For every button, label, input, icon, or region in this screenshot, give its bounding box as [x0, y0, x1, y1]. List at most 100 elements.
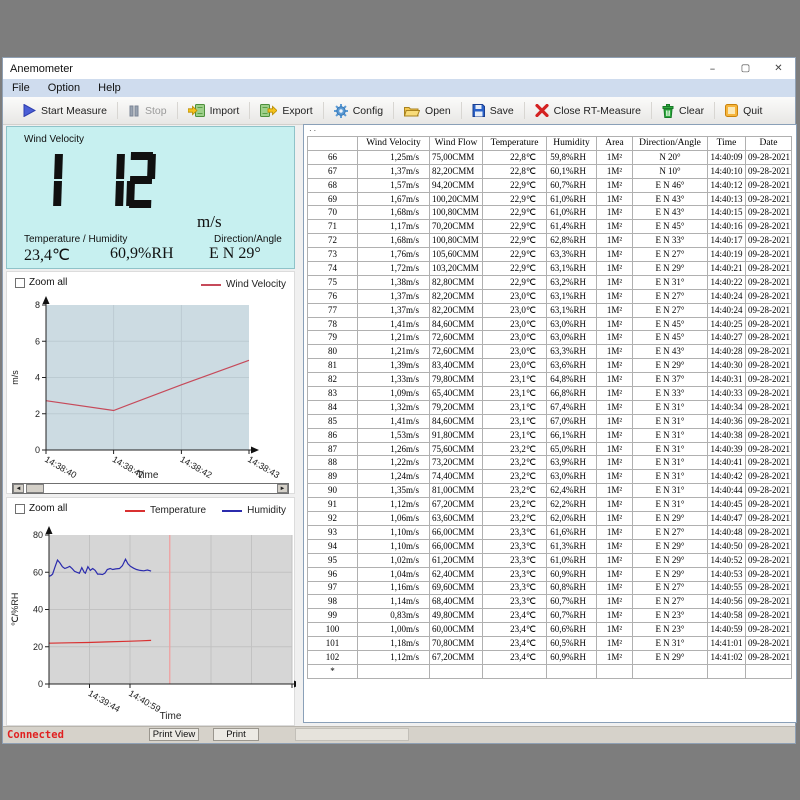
cell[interactable]: 22,9℃: [483, 275, 547, 289]
cell[interactable]: 1,76m/s: [358, 248, 430, 262]
cell[interactable]: 09-28-2021: [746, 470, 792, 484]
cell[interactable]: 14:40:45: [708, 498, 746, 512]
cell[interactable]: E N 31°: [633, 414, 708, 428]
menu-item-option[interactable]: Option: [39, 79, 89, 97]
cell[interactable]: 103,20CMM: [430, 262, 483, 276]
cell[interactable]: E N 31°: [633, 456, 708, 470]
cell[interactable]: 66,8%RH: [547, 387, 597, 401]
cell[interactable]: 82,20CMM: [430, 289, 483, 303]
cell[interactable]: 09-28-2021: [746, 192, 792, 206]
cell[interactable]: E N 27°: [633, 581, 708, 595]
cell[interactable]: 1M²: [597, 248, 633, 262]
cell[interactable]: 61,0%RH: [547, 553, 597, 567]
cell[interactable]: [547, 664, 597, 678]
cell[interactable]: 70: [308, 206, 358, 220]
cell[interactable]: E N 31°: [633, 637, 708, 651]
cell[interactable]: 102: [308, 650, 358, 664]
cell[interactable]: 09-28-2021: [746, 303, 792, 317]
cell[interactable]: 23,0℃: [483, 345, 547, 359]
chart-scrollbar[interactable]: ◄ ►: [12, 483, 289, 494]
cell[interactable]: 63,9%RH: [547, 456, 597, 470]
cell[interactable]: 78: [308, 317, 358, 331]
cell[interactable]: 60,7%RH: [547, 595, 597, 609]
cell[interactable]: E N 27°: [633, 248, 708, 262]
cell[interactable]: 23,3℃: [483, 567, 547, 581]
cell[interactable]: 1,16m/s: [358, 581, 430, 595]
cell[interactable]: 09-28-2021: [746, 484, 792, 498]
cell[interactable]: 1,21m/s: [358, 331, 430, 345]
cell[interactable]: 14:40:13: [708, 192, 746, 206]
cell[interactable]: 23,1℃: [483, 428, 547, 442]
cell[interactable]: 63,0%RH: [547, 470, 597, 484]
cell[interactable]: 66: [308, 150, 358, 164]
cell[interactable]: E N 31°: [633, 275, 708, 289]
cell[interactable]: 1M²: [597, 623, 633, 637]
cell[interactable]: 72,60CMM: [430, 331, 483, 345]
cell[interactable]: 14:40:30: [708, 359, 746, 373]
cell[interactable]: 60,5%RH: [547, 637, 597, 651]
cell[interactable]: 1,68m/s: [358, 234, 430, 248]
cell[interactable]: 1M²: [597, 262, 633, 276]
cell[interactable]: 66,00CMM: [430, 525, 483, 539]
cell[interactable]: 60,8%RH: [547, 581, 597, 595]
cell[interactable]: 22,9℃: [483, 178, 547, 192]
menu-item-file[interactable]: File: [3, 79, 39, 97]
cell[interactable]: N 10°: [633, 164, 708, 178]
cell[interactable]: 1,35m/s: [358, 484, 430, 498]
cell[interactable]: 76: [308, 289, 358, 303]
cell[interactable]: 100,20CMM: [430, 192, 483, 206]
cell[interactable]: 65,40CMM: [430, 387, 483, 401]
cell[interactable]: 75,00CMM: [430, 150, 483, 164]
cell[interactable]: 22,9℃: [483, 192, 547, 206]
cell[interactable]: 09-28-2021: [746, 567, 792, 581]
cell[interactable]: 23,4℃: [483, 650, 547, 664]
cell[interactable]: 14:40:44: [708, 484, 746, 498]
cell[interactable]: E N 45°: [633, 331, 708, 345]
cell[interactable]: 1,39m/s: [358, 359, 430, 373]
cell[interactable]: 09-28-2021: [746, 289, 792, 303]
cell[interactable]: 1,26m/s: [358, 442, 430, 456]
cell[interactable]: 90: [308, 484, 358, 498]
cell[interactable]: 67,20CMM: [430, 498, 483, 512]
cell[interactable]: 09-28-2021: [746, 345, 792, 359]
cell[interactable]: 1,10m/s: [358, 539, 430, 553]
wind-velocity-chart[interactable]: 0246814:38:4014:38:4114:38:4214:38:43m/s…: [7, 294, 296, 482]
cell[interactable]: 09-28-2021: [746, 150, 792, 164]
cell[interactable]: 09-28-2021: [746, 387, 792, 401]
cell[interactable]: 1M²: [597, 595, 633, 609]
cell[interactable]: 66,00CMM: [430, 539, 483, 553]
scrollbar-thumb[interactable]: [26, 484, 44, 493]
cell[interactable]: 74,40CMM: [430, 470, 483, 484]
cell[interactable]: 86: [308, 428, 358, 442]
cell[interactable]: 93: [308, 525, 358, 539]
cell[interactable]: 23,4℃: [483, 609, 547, 623]
cell[interactable]: 14:40:34: [708, 400, 746, 414]
cell[interactable]: 14:41:02: [708, 650, 746, 664]
cell[interactable]: 91: [308, 498, 358, 512]
cell[interactable]: 63,0%RH: [547, 331, 597, 345]
cell[interactable]: 69,60CMM: [430, 581, 483, 595]
cell[interactable]: 22,8℃: [483, 164, 547, 178]
cell[interactable]: 67: [308, 164, 358, 178]
cell[interactable]: 1,32m/s: [358, 400, 430, 414]
cell[interactable]: E N 31°: [633, 484, 708, 498]
cell[interactable]: 14:40:21: [708, 262, 746, 276]
cell[interactable]: 60,7%RH: [547, 609, 597, 623]
cell[interactable]: 14:40:52: [708, 553, 746, 567]
cell[interactable]: E N 31°: [633, 400, 708, 414]
cell[interactable]: 83,40CMM: [430, 359, 483, 373]
cell[interactable]: E N 27°: [633, 595, 708, 609]
cell[interactable]: 14:40:50: [708, 539, 746, 553]
toolbar-button-close-rt-measure[interactable]: Close RT-Measure: [527, 100, 649, 122]
cell[interactable]: 1,12m/s: [358, 650, 430, 664]
cell[interactable]: 09-28-2021: [746, 414, 792, 428]
cell[interactable]: 84,60CMM: [430, 414, 483, 428]
cell[interactable]: 1M²: [597, 567, 633, 581]
cell[interactable]: 14:40:15: [708, 206, 746, 220]
cell[interactable]: 1M²: [597, 539, 633, 553]
cell[interactable]: 68,40CMM: [430, 595, 483, 609]
cell[interactable]: 1M²: [597, 553, 633, 567]
cell[interactable]: 97: [308, 581, 358, 595]
cell[interactable]: 73: [308, 248, 358, 262]
cell[interactable]: 1M²: [597, 525, 633, 539]
